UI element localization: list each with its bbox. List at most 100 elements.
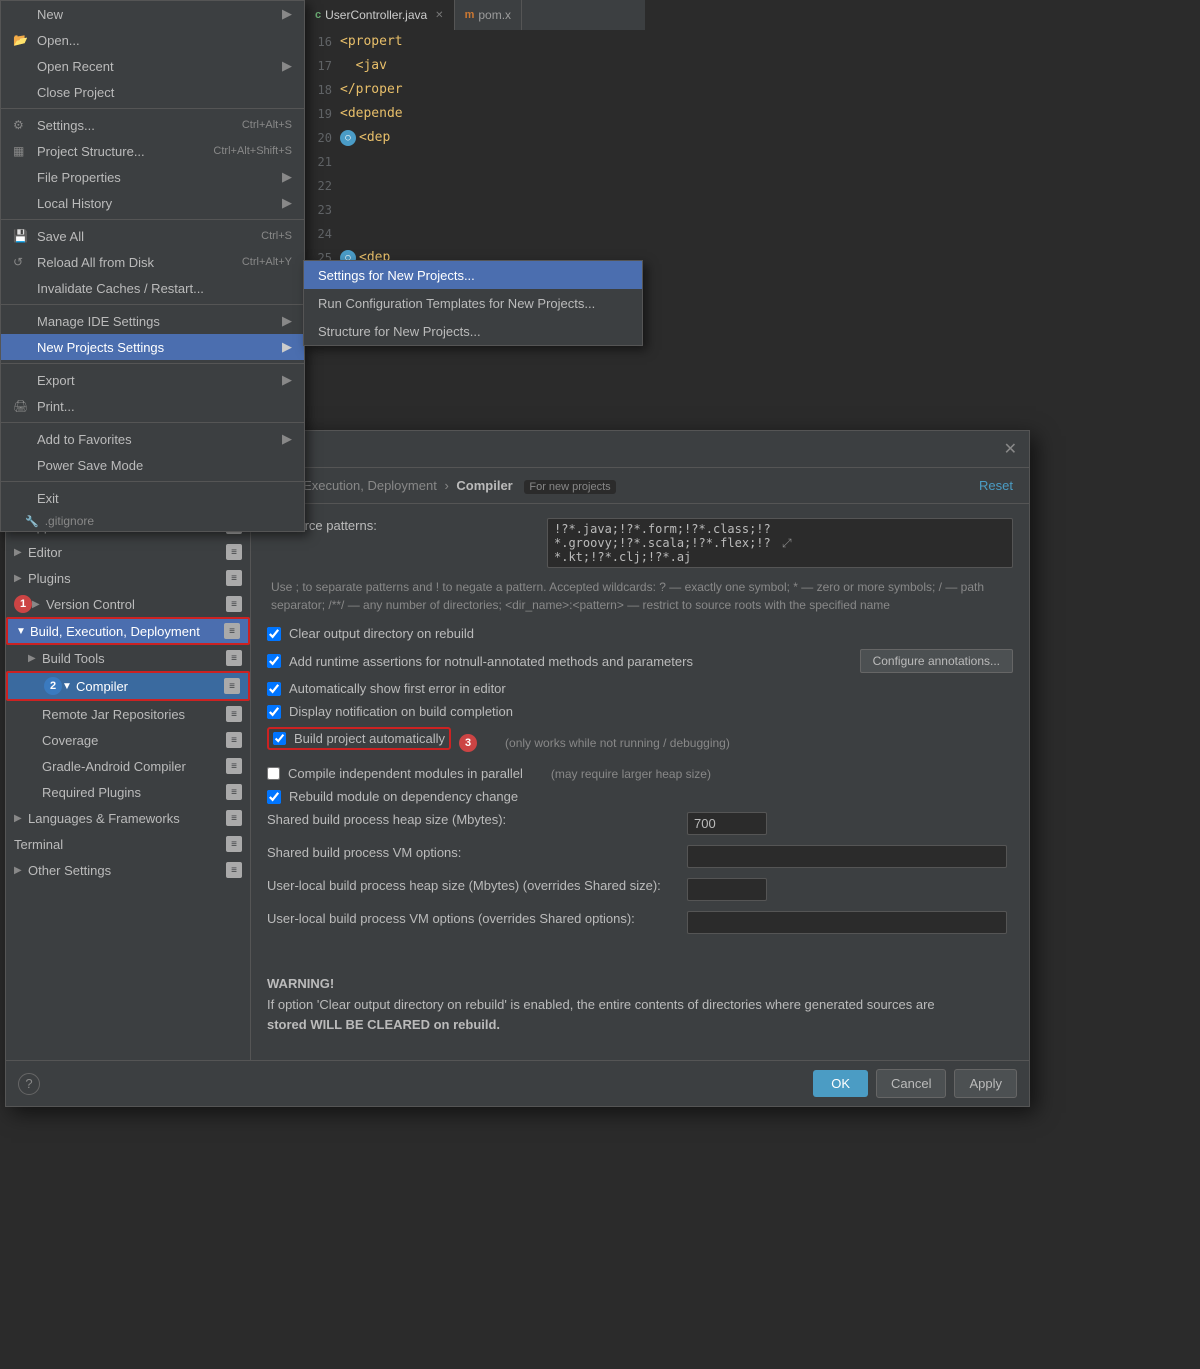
menu-item-power-save[interactable]: Power Save Mode: [1, 452, 304, 478]
submenu-item-settings-new[interactable]: Settings for New Projects...: [304, 261, 642, 289]
configure-annotations-button[interactable]: Configure annotations...: [860, 649, 1013, 673]
menu-item-save-all[interactable]: 💾 Save All Ctrl+S: [1, 223, 304, 249]
menu-item-file-properties-label: File Properties: [37, 170, 121, 185]
sidebar-label-gradle: Gradle-Android Compiler: [42, 759, 222, 774]
menu-item-favorites[interactable]: Add to Favorites ▶: [1, 426, 304, 452]
checkbox-build-auto-input[interactable]: [273, 732, 286, 745]
resource-patterns-input[interactable]: !?*.java;!?*.form;!?*.class;!?*.groovy;!…: [547, 518, 1013, 568]
divider-6: [1, 481, 304, 482]
divider-3: [1, 304, 304, 305]
warning-text-1: If option 'Clear output directory on reb…: [267, 995, 1013, 1034]
sidebar-item-version-control[interactable]: 1 ▶ Version Control ≡: [6, 591, 250, 617]
checkbox-rebuild-dependency-input[interactable]: [267, 790, 281, 804]
checkbox-runtime-assertions-label: Add runtime assertions for notnull-annot…: [289, 654, 693, 669]
sidebar-item-remote-jar[interactable]: Remote Jar Repositories ≡: [6, 701, 250, 727]
sidebar-item-other-settings[interactable]: ▶ Other Settings ≡: [6, 857, 250, 883]
menu-item-new-label: New: [37, 7, 63, 22]
menu-item-local-history-label: Local History: [37, 196, 112, 211]
compile-parallel-hint: (may require larger heap size): [551, 767, 711, 781]
menu-item-file-properties[interactable]: File Properties ▶: [1, 164, 304, 190]
expand-icon-languages: ▶: [14, 813, 28, 824]
menu-item-exit[interactable]: Exit: [1, 485, 304, 511]
badge-gradle: ≡: [226, 758, 242, 774]
menu-item-project-structure[interactable]: ▦ Project Structure... Ctrl+Alt+Shift+S: [1, 138, 304, 164]
checkbox-build-auto-label: Build project automatically: [294, 731, 445, 746]
sidebar-item-build-exec[interactable]: ▼ Build, Execution, Deployment ≡: [6, 617, 250, 645]
dialog-close-button[interactable]: ✕: [1004, 439, 1017, 459]
help-button[interactable]: ?: [18, 1073, 40, 1095]
breadcrumb-current: Compiler: [456, 478, 512, 493]
shared-heap-input[interactable]: [687, 812, 767, 835]
submenu-item-run-config[interactable]: Run Configuration Templates for New Proj…: [304, 289, 642, 317]
badge-other: ≡: [226, 862, 242, 878]
sidebar-label-other-settings: Other Settings: [28, 863, 222, 878]
menu-item-new[interactable]: New ▶: [1, 1, 304, 27]
editor-tab-usercontroller[interactable]: c UserController.java ✕: [305, 0, 455, 30]
sidebar-label-editor: Editor: [28, 545, 222, 560]
checkbox-show-error: Automatically show first error in editor: [267, 681, 1013, 696]
code-line-20: 20 ○ <dep: [305, 126, 645, 150]
tab-label-usercontroller: UserController.java: [325, 8, 427, 22]
tab-close-usercontroller[interactable]: ✕: [435, 10, 443, 21]
code-editor: 16 <propert 17 <jav 18 </proper 19 <depe…: [305, 30, 645, 294]
fold-icon-20[interactable]: ○: [340, 130, 356, 146]
print-icon: 🖨: [13, 399, 31, 413]
gitignore-item[interactable]: 🔧 .gitignore: [1, 511, 304, 531]
menu-item-new-projects-settings[interactable]: New Projects Settings ▶: [1, 334, 304, 360]
checkbox-runtime-assertions-input[interactable]: [267, 654, 281, 668]
sidebar-item-gradle[interactable]: Gradle-Android Compiler ≡: [6, 753, 250, 779]
reset-button[interactable]: Reset: [979, 478, 1013, 493]
sidebar-label-build-exec: Build, Execution, Deployment: [30, 624, 220, 639]
expand-icon-editor: ▶: [14, 547, 28, 558]
sidebar-item-languages[interactable]: ▶ Languages & Frameworks ≡: [6, 805, 250, 831]
menu-item-export-label: Export: [37, 373, 75, 388]
submenu-item-structure[interactable]: Structure for New Projects...: [304, 317, 642, 345]
menu-item-export[interactable]: Export ▶: [1, 367, 304, 393]
badge-languages: ≡: [226, 810, 242, 826]
resource-expand-icon[interactable]: ⤢: [782, 536, 1006, 551]
user-heap-input[interactable]: [687, 878, 767, 901]
gitignore-icon: 🔧: [25, 515, 39, 528]
menu-item-manage-ide[interactable]: Manage IDE Settings ▶: [1, 308, 304, 334]
editor-tab-pom[interactable]: m pom.x: [455, 0, 522, 30]
dropdown-menu: New ▶ 📂 Open... Open Recent ▶ Close Proj…: [0, 0, 305, 532]
sidebar-item-required-plugins[interactable]: Required Plugins ≡: [6, 779, 250, 805]
save-icon: 💾: [13, 229, 31, 243]
ok-button[interactable]: OK: [813, 1070, 868, 1097]
code-line-23: 23: [305, 198, 645, 222]
badge-build-tools: ≡: [226, 650, 242, 666]
sidebar-item-editor[interactable]: ▶ Editor ≡: [6, 539, 250, 565]
checkbox-rebuild-dependency-label: Rebuild module on dependency change: [289, 789, 518, 804]
sidebar-item-coverage[interactable]: Coverage ≡: [6, 727, 250, 753]
arrow-icon-new-projects: ▶: [282, 339, 292, 355]
user-vm-input[interactable]: [687, 911, 1007, 934]
reload-shortcut: Ctrl+Alt+Y: [227, 256, 292, 268]
shared-vm-input[interactable]: [687, 845, 1007, 868]
sidebar-item-plugins[interactable]: ▶ Plugins ≡: [6, 565, 250, 591]
cancel-button[interactable]: Cancel: [876, 1069, 946, 1098]
checkbox-display-notification-input[interactable]: [267, 705, 281, 719]
menu-item-close-project[interactable]: Close Project: [1, 79, 304, 105]
checkbox-clear-output-input[interactable]: [267, 627, 281, 641]
build-auto-hint: (only works while not running / debuggin…: [505, 736, 730, 750]
shared-vm-label: Shared build process VM options:: [267, 845, 687, 860]
apply-button[interactable]: Apply: [954, 1069, 1017, 1098]
menu-item-reload[interactable]: ↺ Reload All from Disk Ctrl+Alt+Y: [1, 249, 304, 275]
dialog-body: ▶ Appearance & Behavior ≡ ▶ Editor ≡ ▶ P…: [6, 468, 1029, 1060]
sidebar-item-build-tools[interactable]: ▶ Build Tools ≡: [6, 645, 250, 671]
menu-item-settings[interactable]: ⚙ Settings... Ctrl+Alt+S: [1, 112, 304, 138]
menu-item-print-label: Print...: [37, 399, 75, 414]
sidebar-item-compiler[interactable]: 2 ▼ Compiler ≡: [6, 671, 250, 701]
menu-item-invalidate[interactable]: Invalidate Caches / Restart...: [1, 275, 304, 301]
menu-item-open-recent[interactable]: Open Recent ▶: [1, 53, 304, 79]
menu-item-open[interactable]: 📂 Open...: [1, 27, 304, 53]
expand-icon-plugins: ▶: [14, 573, 28, 584]
arrow-icon-recent: ▶: [282, 58, 292, 74]
checkbox-show-error-input[interactable]: [267, 682, 281, 696]
menu-item-print[interactable]: 🖨 Print...: [1, 393, 304, 419]
menu-item-open-recent-label: Open Recent: [37, 59, 114, 74]
checkbox-compile-parallel-input[interactable]: [267, 767, 280, 780]
sidebar-item-terminal[interactable]: Terminal ≡: [6, 831, 250, 857]
menu-item-local-history[interactable]: Local History ▶: [1, 190, 304, 216]
expand-icon-build-tools: ▶: [28, 653, 42, 664]
